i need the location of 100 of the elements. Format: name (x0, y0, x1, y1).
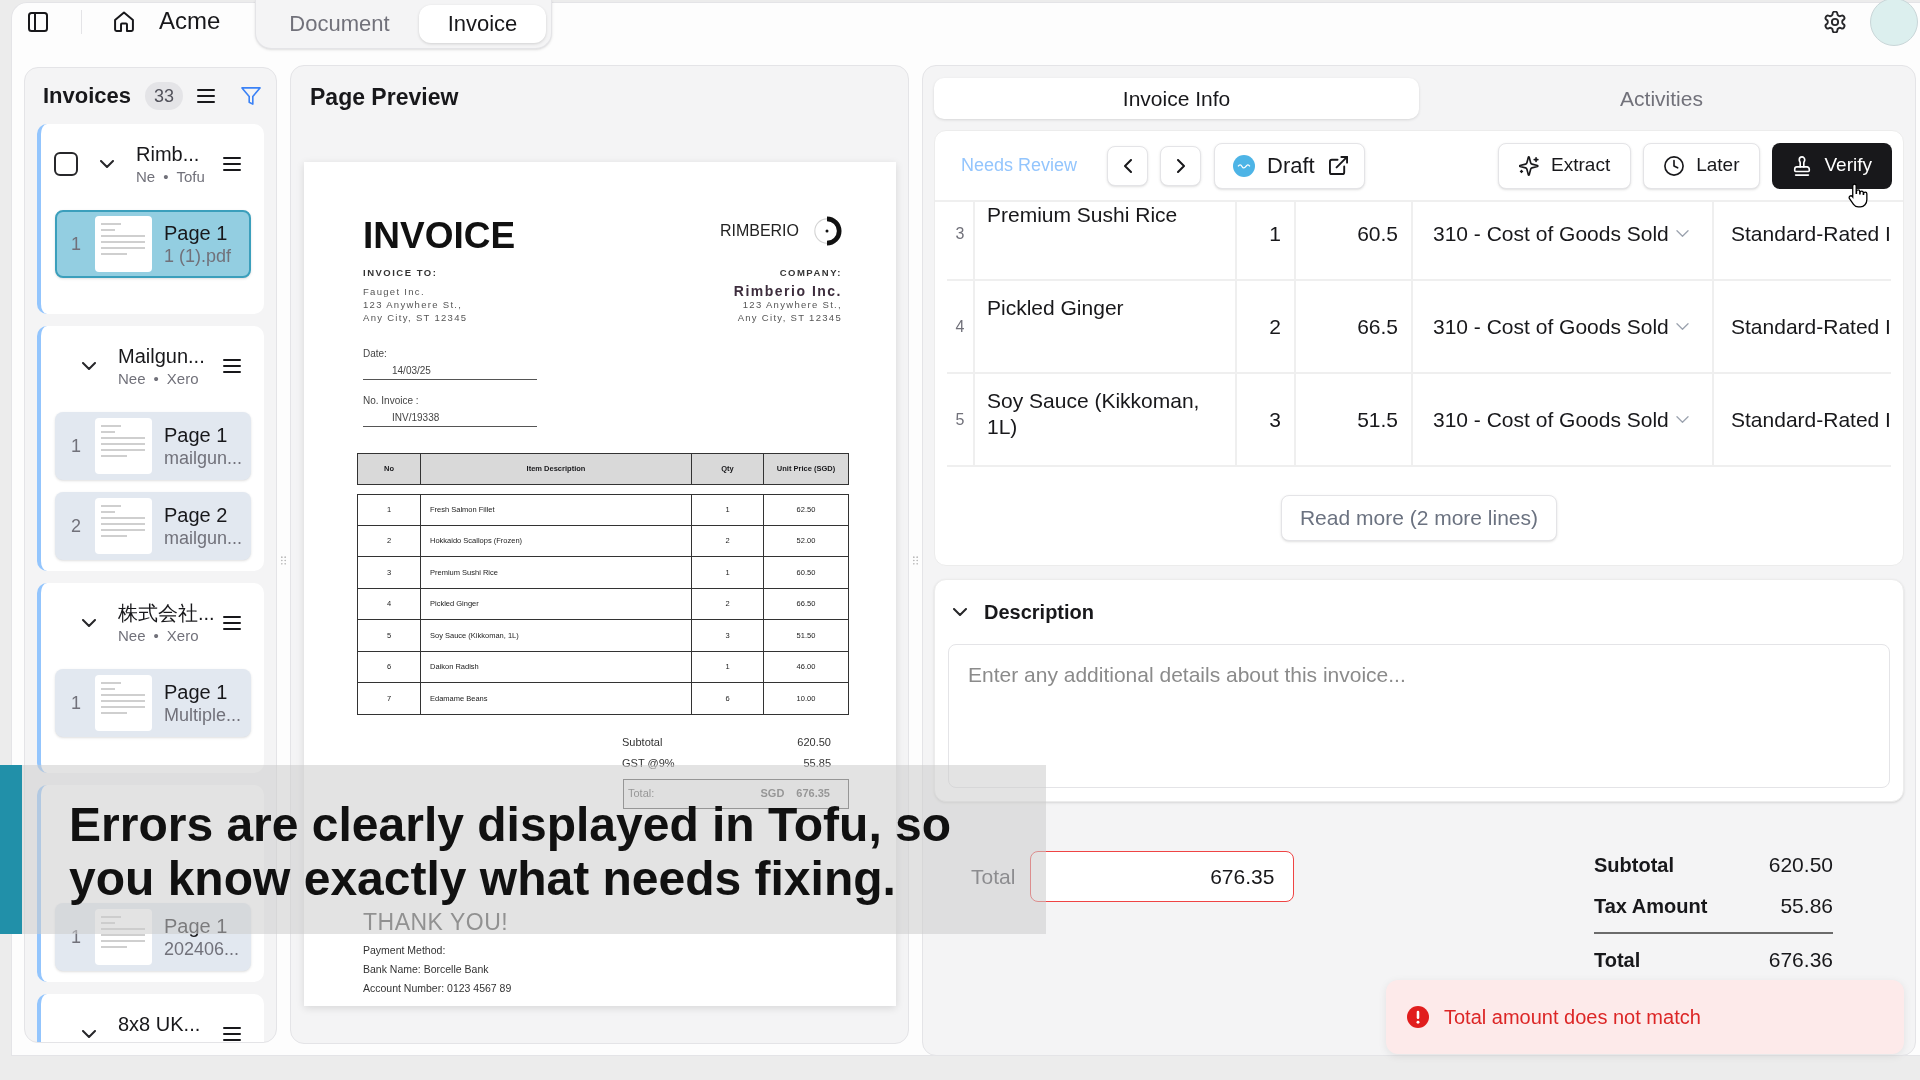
filter-icon[interactable] (241, 87, 262, 105)
clock-icon (1664, 155, 1685, 176)
item-description-cell: Soy Sauce (Kikkoman, 1L) (975, 374, 1237, 465)
unit-price-cell: 66.5 (1296, 281, 1413, 372)
invoice-title[interactable]: Rimb... (136, 142, 200, 166)
page-title: Page 1 (164, 914, 228, 938)
logo-icon (1233, 154, 1256, 177)
description-field[interactable]: Enter any additional details about this invoice... (948, 644, 1890, 788)
draft-button[interactable]: Draft (1214, 142, 1365, 189)
previous-button[interactable] (1107, 145, 1149, 186)
tax-rate-cell-text: Standard-Rated I (1730, 220, 1891, 247)
totals-label: GST @9% (622, 755, 675, 770)
invoice-heading: INVOICE (363, 217, 516, 254)
file-name: mailgun... (164, 447, 243, 469)
read-more-button[interactable]: Read more (2 more lines) (1280, 495, 1558, 541)
invoice-title[interactable]: 8x8 UK... (118, 1012, 201, 1036)
summary-label: Tax Amount (1594, 894, 1708, 919)
page-item[interactable]: 1 Page 1 Multiple... (55, 669, 251, 737)
page-title: Page 1 (164, 221, 228, 245)
file-name: 1 (1).pdf (164, 245, 232, 267)
page-number: 1 (70, 232, 82, 256)
menu-icon[interactable] (197, 89, 216, 103)
chevron-down-icon[interactable] (82, 619, 96, 627)
separator-dot: • (153, 627, 159, 645)
page-number: 1 (70, 691, 82, 715)
account-select[interactable]: 310 - Cost of Goods Sold (1413, 281, 1714, 372)
summary-value: 55.86 (1780, 893, 1833, 919)
account-select[interactable]: 310 - Cost of Goods Sold (1413, 202, 1714, 279)
page-thumbnail-drawing (95, 498, 152, 554)
bill-to-line: Fauget Inc. (363, 285, 425, 298)
invoice-title[interactable]: 株式会社... (118, 601, 215, 625)
menu-icon[interactable] (223, 359, 241, 373)
payment-line: Account Number: 0123 4567 89 (363, 980, 512, 996)
pointer-cursor-icon (1848, 183, 1869, 208)
invoice-title[interactable]: Mailgun... (118, 344, 205, 368)
menu-icon[interactable] (223, 616, 241, 630)
panel-tab[interactable]: Activities (1419, 78, 1904, 119)
status-text: Ne (136, 168, 156, 186)
stamp-icon (1792, 155, 1813, 176)
chevron-left-icon (1123, 158, 1132, 173)
source-text: Xero (166, 627, 199, 645)
totals-label: Subtotal (622, 734, 663, 749)
file-name: mailgun... (164, 527, 243, 549)
page-item[interactable]: 1 Page 1 mailgun... (55, 412, 251, 480)
total-label: Total (971, 863, 1016, 890)
extract-button[interactable]: Extract (1498, 142, 1632, 189)
summary-label: Subtotal (1594, 853, 1674, 878)
sidebar-toggle-icon[interactable] (28, 12, 48, 32)
error-message: Total amount does not match (1444, 1005, 1701, 1030)
panel-tab[interactable]: Invoice Info (934, 78, 1419, 119)
brand-logo-icon (812, 216, 842, 246)
menu-icon[interactable] (223, 1027, 241, 1041)
page-thumbnail-drawing (95, 909, 152, 965)
page-thumbnail-drawing (95, 216, 152, 272)
thank-you-note: THANK YOU! (363, 908, 509, 935)
error-icon (1407, 1006, 1429, 1028)
bill-to-line: Any City, ST 12345 (363, 311, 468, 324)
settings-icon[interactable] (1824, 11, 1846, 33)
description-toggle[interactable]: Description (935, 580, 1095, 644)
verify-button[interactable]: Verify (1772, 142, 1892, 189)
tax-rate-cell-text: Standard-Rated I (1730, 313, 1891, 340)
company-address-line: 123 Anywhere St., (742, 298, 842, 311)
company-name: Rimberio Inc. (733, 285, 842, 298)
later-button[interactable]: Later (1643, 142, 1761, 189)
unit-price-cell: 60.5 (1296, 202, 1413, 279)
summary-value: 620.50 (1768, 852, 1833, 878)
page-item[interactable]: 1 Page 1 1 (1).pdf (55, 210, 251, 278)
page-number: 1 (70, 925, 82, 949)
page-thumbnail-drawing (95, 418, 152, 474)
field-label: No. Invoice : (363, 394, 419, 407)
status-text: Nee (118, 627, 146, 645)
field-value: INV/19338 (392, 411, 440, 424)
menu-icon[interactable] (223, 157, 241, 171)
drag-handle-icon[interactable] (281, 555, 286, 565)
home-icon[interactable] (114, 11, 134, 32)
chevron-down-icon (1675, 416, 1689, 423)
company-address-line: Any City, ST 12345 (737, 311, 842, 324)
drag-handle-icon[interactable] (913, 555, 918, 565)
chevron-down-icon[interactable] (82, 362, 96, 370)
row-number: 3 (947, 202, 975, 279)
payment-line: Payment Method: (363, 942, 446, 958)
page-number: 1 (70, 434, 82, 458)
chevron-down-icon[interactable] (100, 160, 114, 168)
total-field[interactable]: 676.35 (1030, 851, 1295, 902)
file-name: Multiple... (164, 704, 242, 726)
view-tab[interactable]: Document (260, 5, 419, 43)
row-number: 5 (947, 374, 975, 465)
view-tab[interactable]: Invoice (418, 5, 547, 43)
sparkle-icon (1519, 155, 1540, 176)
bill-to-line: 123 Anywhere St., (363, 298, 463, 311)
quantity-cell: 1 (1237, 202, 1296, 279)
payment-line: Bank Name: Borcelle Bank (363, 961, 489, 977)
account-select[interactable]: 310 - Cost of Goods Sold (1413, 374, 1714, 465)
chevron-down-icon[interactable] (82, 1030, 96, 1038)
next-button[interactable] (1160, 145, 1202, 186)
item-description-cell: Premium Sushi Rice (975, 202, 1237, 279)
quantity-cell: 3 (1237, 374, 1296, 465)
page-item[interactable]: 2 Page 2 mailgun... (55, 492, 251, 560)
select-checkbox[interactable] (54, 152, 78, 176)
summary-label: Total (1594, 947, 1641, 973)
